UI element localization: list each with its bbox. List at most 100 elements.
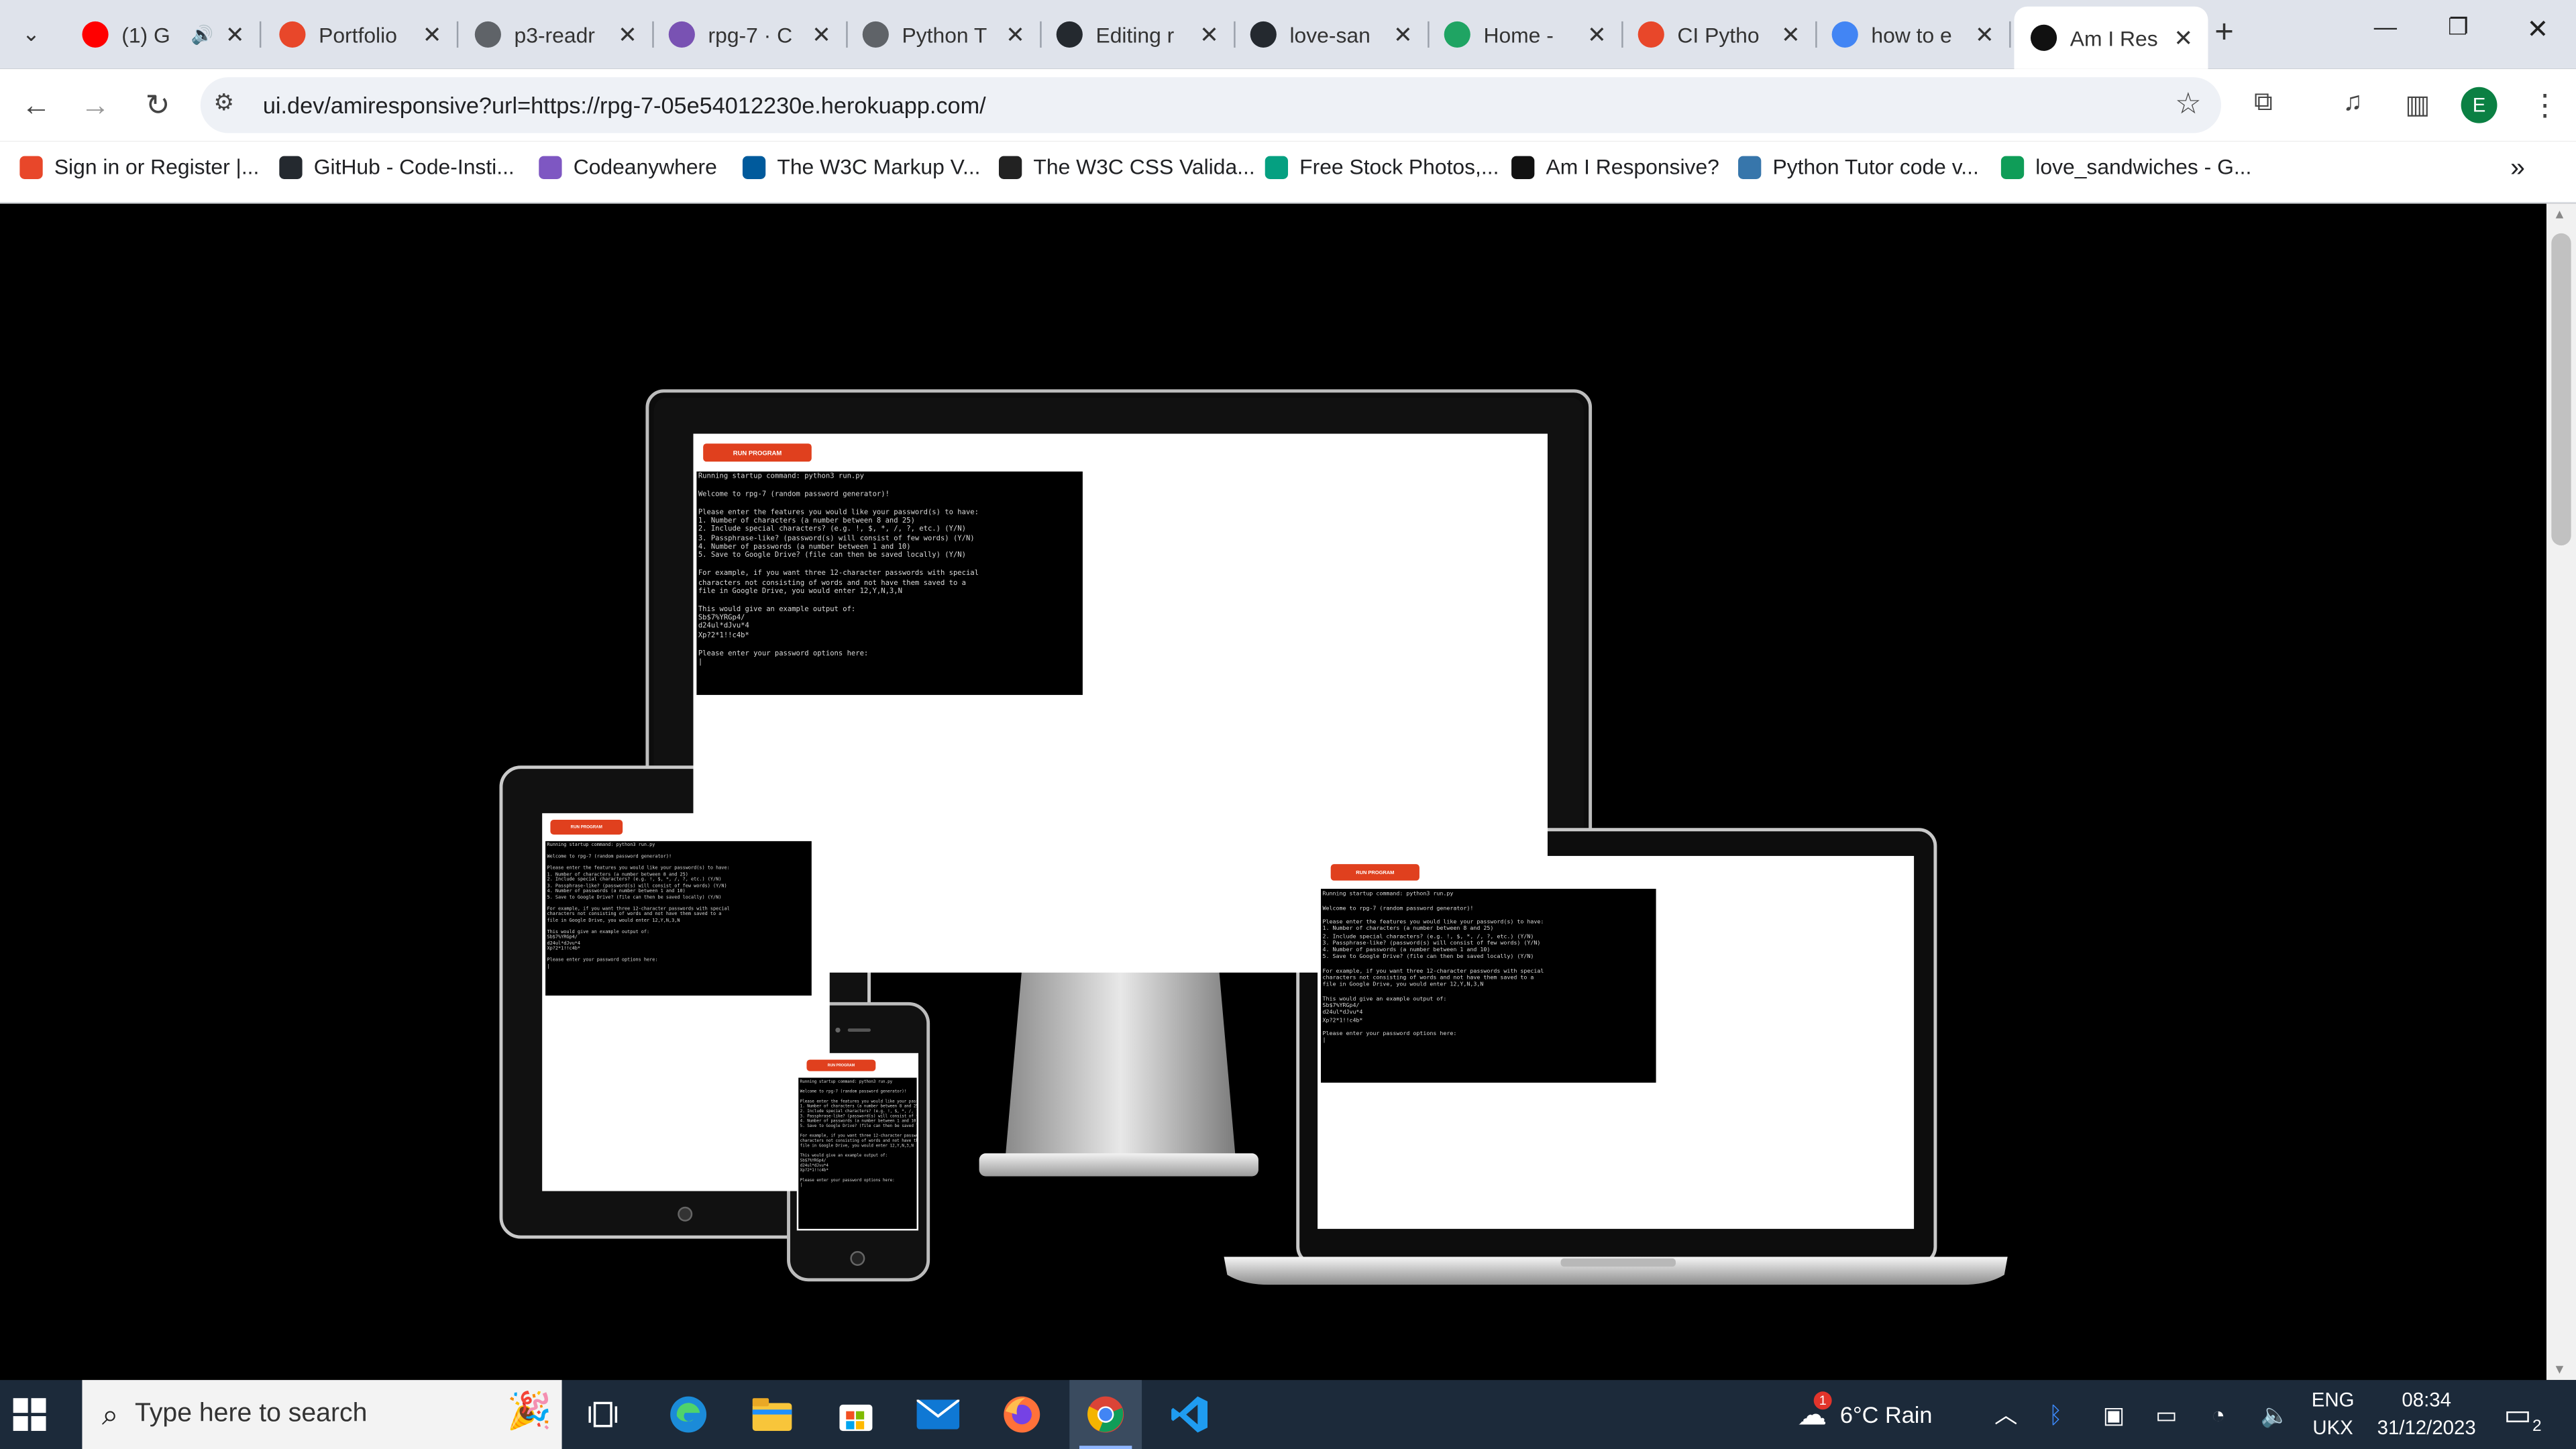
bookmark-item[interactable]: The W3C CSS Valida... bbox=[998, 154, 1255, 179]
page-scrollbar[interactable]: ▲ ▼ bbox=[2546, 203, 2576, 1381]
weather-widget[interactable]: ☁ 1 6°C Rain bbox=[1797, 1380, 1932, 1449]
address-bar[interactable]: ⚙ ui.dev/amiresponsive?url=https://rpg-7… bbox=[200, 77, 2222, 133]
close-tab-icon[interactable]: ✕ bbox=[2169, 24, 2198, 52]
run-program-button[interactable]: RUN PROGRAM bbox=[550, 820, 623, 835]
windows-start-icon[interactable] bbox=[13, 1398, 46, 1432]
terminal-line: This would give an example output of: bbox=[547, 927, 650, 934]
url-text[interactable]: ui.dev/amiresponsive?url=https://rpg-7-0… bbox=[263, 92, 986, 118]
edge-app[interactable] bbox=[652, 1380, 724, 1449]
terminal-line: | bbox=[547, 961, 550, 969]
close-window-button[interactable]: ✕ bbox=[2527, 13, 2549, 46]
browser-tab[interactable]: love-san ✕ bbox=[1234, 7, 1430, 62]
terminal-line: Xp?2*1!!c4b* bbox=[1322, 1016, 1363, 1023]
media-control-icon[interactable]: ♫ bbox=[2343, 89, 2362, 118]
ci-icon bbox=[279, 21, 306, 48]
close-tab-icon[interactable]: ✕ bbox=[1776, 21, 1805, 49]
scroll-up-icon[interactable]: ▲ bbox=[2553, 207, 2566, 222]
minimize-button[interactable]: — bbox=[2374, 13, 2397, 40]
audio-playing-icon[interactable]: 🔊 bbox=[191, 24, 214, 45]
close-tab-icon[interactable]: ✕ bbox=[220, 21, 250, 49]
battery-icon[interactable]: ▭ bbox=[2155, 1380, 2177, 1449]
bookmark-item[interactable]: Python Tutor code v... bbox=[1738, 154, 1979, 179]
restore-button[interactable]: ❐ bbox=[2448, 13, 2469, 42]
site-info-icon[interactable]: ⚙ bbox=[213, 89, 234, 117]
bluetooth-icon[interactable]: ᛒ bbox=[2049, 1380, 2063, 1449]
close-tab-icon[interactable]: ✕ bbox=[417, 21, 447, 49]
tab-title: Home - bbox=[1483, 22, 1554, 47]
wifi-icon[interactable]: ◔ bbox=[2211, 1380, 2225, 1449]
browser-tab[interactable]: Python T ✕ bbox=[846, 7, 1042, 62]
browser-tab[interactable]: how to e ✕ bbox=[1815, 7, 2011, 62]
close-tab-icon[interactable]: ✕ bbox=[612, 21, 642, 49]
show-hidden-icons[interactable]: ︿ bbox=[1994, 1380, 2017, 1449]
store-app[interactable] bbox=[820, 1380, 892, 1449]
windows-taskbar: ⌕ Type here to search 🎉 ☁ 1 6°C Rain ︿ ᛒ… bbox=[0, 1380, 2576, 1449]
terminal-line: 3. Passphrase-like? (password(s) will co… bbox=[698, 535, 975, 543]
profile-avatar[interactable]: E bbox=[2461, 87, 2498, 123]
browser-tab[interactable]: Editing r ✕ bbox=[1040, 7, 1236, 62]
notifications-button[interactable]: ▭ 2 bbox=[2504, 1380, 2542, 1449]
bookmark-star-icon[interactable]: ☆ bbox=[2175, 87, 2202, 121]
notification-icon: ▭ 2 bbox=[2504, 1397, 2542, 1436]
bookmark-item[interactable]: Am I Responsive? bbox=[1511, 154, 1719, 179]
language-indicator[interactable]: ENG UKX bbox=[2312, 1380, 2355, 1449]
browser-tab[interactable]: Portfolio ✕ bbox=[263, 7, 459, 62]
chrome-app[interactable] bbox=[1069, 1380, 1142, 1449]
bookmark-item[interactable]: The W3C Markup V... bbox=[742, 154, 981, 179]
browser-tab[interactable]: CI Pytho ✕ bbox=[1621, 7, 1817, 62]
scroll-down-icon[interactable]: ▼ bbox=[2553, 1362, 2566, 1377]
back-button[interactable]: ← bbox=[16, 85, 56, 125]
run-program-button[interactable]: RUN PROGRAM bbox=[1330, 864, 1419, 881]
menu-icon[interactable]: ⋮ bbox=[2530, 89, 2559, 123]
tab-search-button[interactable]: ⌄ bbox=[10, 13, 53, 56]
bookmark-item[interactable]: Sign in or Register |... bbox=[19, 154, 259, 179]
vscode-app[interactable] bbox=[1153, 1380, 1226, 1449]
extensions-icon[interactable]: ⧉ bbox=[2254, 89, 2273, 118]
task-view-button[interactable] bbox=[567, 1380, 639, 1449]
terminal-window[interactable]: Running startup command: python3 run.py … bbox=[798, 1077, 917, 1229]
weather-rain-icon: ☁ 1 bbox=[1797, 1391, 1832, 1432]
language-code: ENG bbox=[2311, 1388, 2355, 1411]
reload-button[interactable]: ↻ bbox=[138, 85, 178, 125]
close-tab-icon[interactable]: ✕ bbox=[1000, 21, 1030, 49]
terminal-window[interactable]: Running startup command: python3 run.py … bbox=[545, 841, 812, 996]
browser-tab[interactable]: p3-readr ✕ bbox=[458, 7, 654, 62]
close-tab-icon[interactable]: ✕ bbox=[1582, 21, 1611, 49]
terminal-line: 4. Number of passwords (a number between… bbox=[800, 1118, 917, 1124]
browser-tab[interactable]: (1) G 🔊 ✕ bbox=[66, 7, 262, 62]
browser-tab[interactable]: rpg-7 · C ✕ bbox=[652, 7, 848, 62]
terminal-window[interactable]: Running startup command: python3 run.py … bbox=[1320, 888, 1656, 1083]
taskbar-search[interactable]: ⌕ Type here to search 🎉 bbox=[82, 1380, 562, 1449]
close-tab-icon[interactable]: ✕ bbox=[1194, 21, 1224, 49]
run-program-button[interactable]: RUN PROGRAM bbox=[703, 443, 812, 462]
terminal-window[interactable]: Running startup command: python3 run.py … bbox=[696, 471, 1083, 695]
file-explorer-app[interactable] bbox=[736, 1380, 808, 1449]
close-tab-icon[interactable]: ✕ bbox=[1388, 21, 1417, 49]
bookmark-item[interactable]: GitHub - Code-Insti... bbox=[279, 154, 515, 179]
volume-icon[interactable]: 🔈 bbox=[2261, 1380, 2290, 1449]
search-highlight-icon: 🎉 bbox=[506, 1389, 552, 1432]
browser-tab[interactable]: Am I Res ✕ bbox=[2014, 6, 2208, 69]
run-program-button[interactable]: RUN PROGRAM bbox=[806, 1059, 876, 1071]
close-tab-icon[interactable]: ✕ bbox=[806, 21, 836, 49]
clock[interactable]: 08:34 31/12/2023 bbox=[2372, 1380, 2481, 1449]
mail-app[interactable] bbox=[902, 1380, 975, 1449]
side-panel-icon[interactable]: ▥ bbox=[2405, 89, 2430, 121]
browser-tab[interactable]: Home - ✕ bbox=[1428, 7, 1623, 62]
weather-badge: 1 bbox=[1813, 1391, 1832, 1409]
bookmark-item[interactable]: Free Stock Photos,... bbox=[1265, 154, 1499, 179]
bookmark-item[interactable]: Codeanywhere bbox=[539, 154, 717, 179]
forward-button[interactable]: → bbox=[76, 85, 115, 125]
terminal-line: | bbox=[1322, 1036, 1326, 1044]
more-bookmarks-icon[interactable]: » bbox=[2510, 154, 2525, 184]
bookmark-item[interactable]: love_sandwiches - G... bbox=[2000, 154, 2251, 179]
firefox-app[interactable] bbox=[985, 1380, 1058, 1449]
meet-now-icon[interactable]: ▣ bbox=[2103, 1380, 2125, 1449]
close-tab-icon[interactable]: ✕ bbox=[1970, 21, 1999, 49]
scrollbar-thumb[interactable] bbox=[2551, 233, 2571, 546]
terminal-line: Please enter the features you would like… bbox=[698, 508, 979, 517]
new-tab-button[interactable]: + bbox=[2214, 16, 2234, 49]
ci-icon bbox=[1638, 21, 1664, 48]
